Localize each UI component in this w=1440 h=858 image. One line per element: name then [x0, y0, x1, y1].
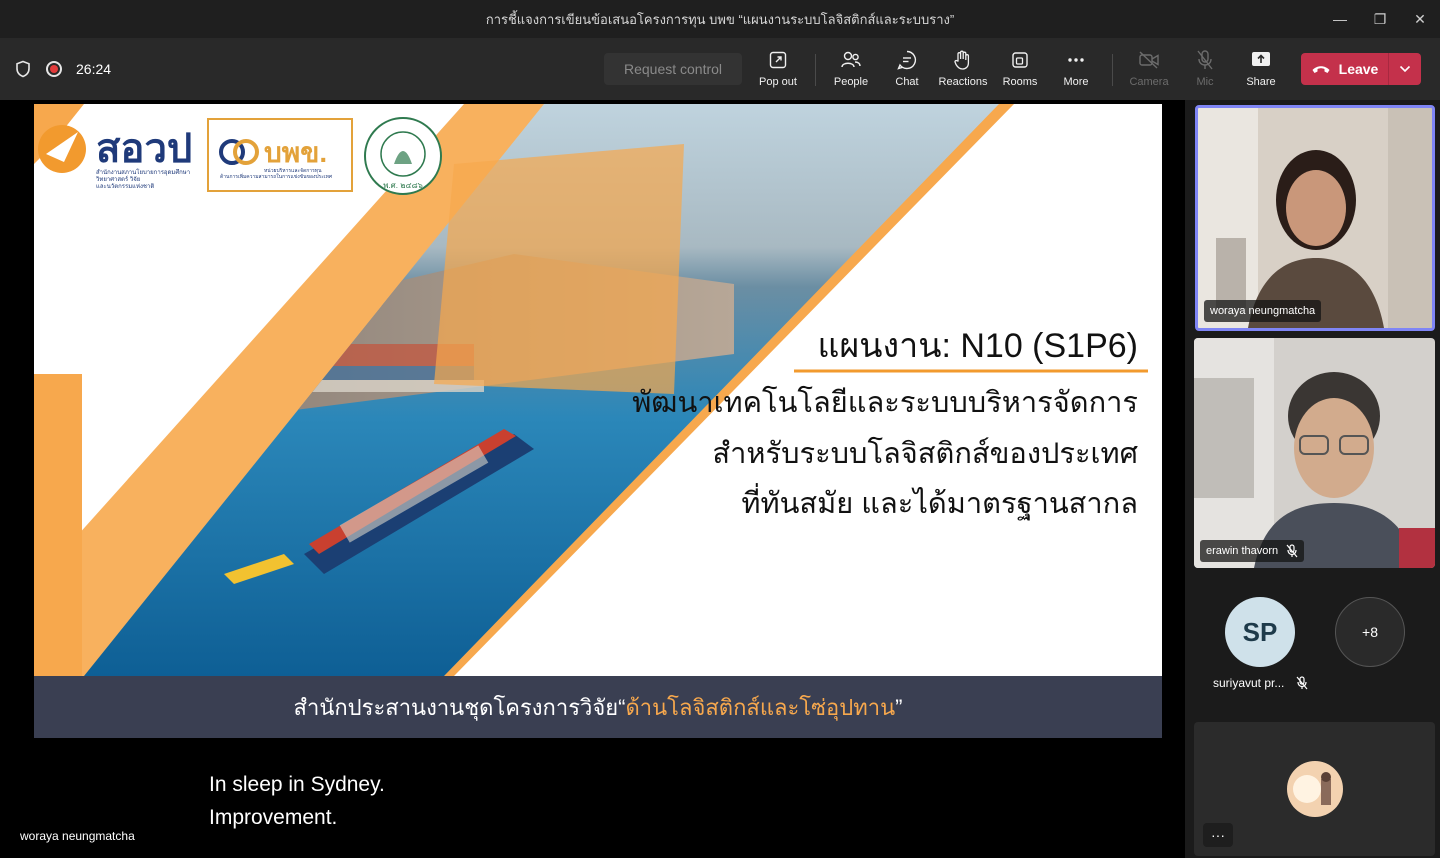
participant-name-tag: suriyavut pr...	[1213, 676, 1308, 690]
meeting-toolbar: 26:24 Request control Pop out People Cha…	[0, 38, 1440, 100]
caption-line-1: In sleep in Sydney.	[209, 773, 385, 796]
people-label: People	[833, 76, 869, 88]
participant-name: woraya neungmatcha	[1210, 305, 1316, 317]
window-title: การชี้แจงการเขียนข้อเสนอโครงการทุน บพข “…	[485, 11, 955, 27]
seal-year: พ.ศ. ๒๔๘๖	[383, 181, 423, 190]
live-captions: In sleep in Sydney. Improvement.	[209, 768, 385, 834]
logo1-sub2: วิทยาศาสตร์ วิจัย	[95, 175, 140, 183]
orange-bar-left	[34, 374, 82, 676]
people-button[interactable]: People	[821, 48, 881, 92]
self-view-options-button[interactable]: ···	[1203, 823, 1233, 847]
university-seal: พ.ศ. ๒๔๘๖	[364, 117, 442, 195]
participant-avatar-sp[interactable]: SP	[1225, 597, 1295, 667]
leave-options-button[interactable]	[1389, 53, 1421, 85]
rooms-label: Rooms	[1002, 76, 1038, 88]
footer-suffix: ”	[895, 695, 902, 720]
pop-out-button[interactable]: Pop out	[748, 48, 808, 92]
presentation-slide: สอวป สำนักงานสภานโยบายการอุดมศึกษา วิทยา…	[34, 104, 1162, 738]
leave-button[interactable]: Leave	[1301, 53, 1389, 85]
participant-name: suriyavut pr...	[1213, 676, 1285, 690]
chat-button[interactable]: Chat	[877, 48, 937, 92]
slide-title: แผนงาน: N10 (S1P6)	[817, 327, 1138, 365]
window-controls: — ❐ ✕	[1320, 0, 1440, 38]
request-control-button[interactable]: Request control	[604, 53, 742, 85]
participant-name: erawin thavorn	[1206, 545, 1279, 557]
footer-prefix: สำนักประสานงานชุดโครงการวิจัย“	[294, 695, 626, 721]
rooms-button[interactable]: Rooms	[990, 48, 1050, 92]
footer-highlight: ด้านโลจิสติกส์และโซ่อุปทาน	[626, 695, 896, 721]
more-button[interactable]: More	[1046, 48, 1106, 92]
more-label: More	[1063, 76, 1089, 88]
recording-icon	[46, 61, 62, 77]
leave-label: Leave	[1338, 61, 1379, 77]
bpk-logo: บพข. หน่วยบริหารและจัดการทุน ด้านการเพิ่…	[207, 118, 353, 192]
leave-button-group: Leave	[1301, 53, 1421, 85]
slide-line-3: ที่ทันสมัย และได้มาตรฐานสากล	[741, 483, 1138, 521]
restore-button[interactable]: ❐	[1360, 0, 1400, 38]
participant-gallery: woraya neungmatcha erawin thavorn SP +8 …	[1185, 100, 1440, 858]
mic-off-icon	[1296, 676, 1308, 690]
camera-label: Camera	[1129, 76, 1169, 88]
reactions-button[interactable]: Reactions	[933, 48, 993, 92]
rooms-icon	[1010, 48, 1030, 72]
raise-hand-icon	[952, 48, 974, 72]
camera-button[interactable]: Camera	[1119, 48, 1179, 92]
meeting-timer: 26:24	[76, 61, 112, 77]
shield-icon[interactable]	[14, 60, 32, 78]
mic-label: Mic	[1196, 76, 1214, 88]
participant-video-erawin	[1194, 338, 1435, 568]
orange-overlay	[434, 144, 684, 394]
presenter-name-tag: woraya neungmatcha	[14, 825, 141, 847]
logo1-sub1: สำนักงานสภานโยบายการอุดมศึกษา	[96, 168, 190, 176]
participant-name-tag: woraya neungmatcha	[1204, 300, 1322, 322]
chevron-down-icon	[1399, 65, 1411, 73]
chat-label: Chat	[895, 76, 919, 88]
people-icon	[840, 48, 862, 72]
slide-line-2: สำหรับระบบโลจิสติกส์ของประเทศ	[712, 436, 1138, 470]
shared-screen-stage: สอวป สำนักงานสภานโยบายการอุดมศึกษา วิทยา…	[0, 100, 1185, 858]
share-icon	[1250, 48, 1272, 72]
logo1-sub3: และนวัตกรรมแห่งชาติ	[96, 183, 154, 190]
logo2-text: บพข.	[264, 137, 327, 168]
share-button[interactable]: Share	[1231, 48, 1291, 92]
mic-off-icon	[1195, 48, 1215, 72]
logo2-sub2: ด้านการเพิ่มความสามารถในการแข่งขันของประ…	[220, 173, 333, 180]
mic-button[interactable]: Mic	[1175, 48, 1235, 92]
participant-tile-erawin[interactable]: erawin thavorn	[1194, 338, 1435, 568]
toolbar-divider	[1112, 54, 1113, 86]
hang-up-icon	[1312, 66, 1330, 73]
participant-video-woraya	[1198, 108, 1432, 328]
self-avatar	[1287, 761, 1343, 817]
chat-icon	[896, 48, 918, 72]
camera-off-icon	[1138, 48, 1160, 72]
window-title-bar: การชี้แจงการเขียนข้อเสนอโครงการทุน บพข “…	[0, 0, 1440, 38]
share-label: Share	[1246, 76, 1276, 88]
toolbar-divider	[815, 54, 816, 86]
close-button[interactable]: ✕	[1400, 0, 1440, 38]
meeting-status: 26:24	[14, 38, 111, 100]
reactions-label: Reactions	[938, 76, 988, 88]
slide-footer-text: สำนักประสานงานชุดโครงการวิจัย“ด้านโลจิสต…	[294, 695, 903, 721]
participant-name-tag: erawin thavorn	[1200, 540, 1305, 562]
caption-line-2: Improvement.	[209, 806, 338, 829]
more-dots-icon	[1066, 48, 1086, 72]
self-view-tile[interactable]: ···	[1194, 722, 1435, 856]
slide-line-1: พัฒนาเทคโนโลยีและระบบบริหารจัดการ	[632, 385, 1138, 419]
logo2-sub1: หน่วยบริหารและจัดการทุน	[264, 167, 322, 174]
slide-canvas: สอวป สำนักงานสภานโยบายการอุดมศึกษา วิทยา…	[34, 104, 1162, 738]
more-participants-button[interactable]: +8	[1335, 597, 1405, 667]
sorworpor-logo: สอวป สำนักงานสภานโยบายการอุดมศึกษา วิทยา…	[38, 125, 192, 190]
participant-tile-woraya[interactable]: woraya neungmatcha	[1195, 105, 1435, 331]
logo1-text: สอวป	[96, 127, 192, 171]
mic-off-icon	[1286, 544, 1298, 558]
minimize-button[interactable]: —	[1320, 0, 1360, 38]
pop-out-label: Pop out	[759, 76, 797, 88]
pop-out-icon	[768, 48, 788, 72]
